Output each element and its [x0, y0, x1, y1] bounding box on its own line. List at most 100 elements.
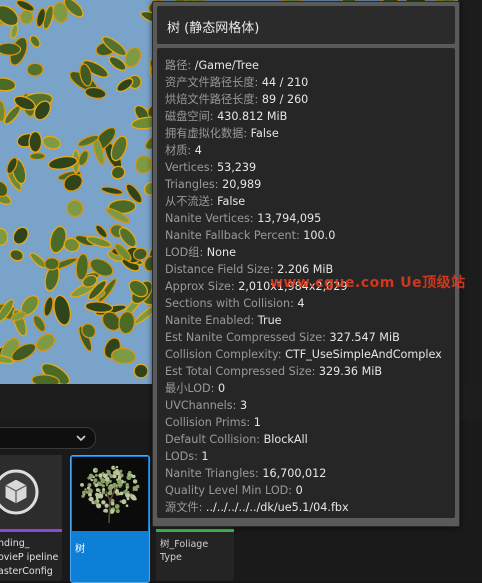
tree-thumbnail	[72, 457, 148, 531]
tooltip-row-value: 430.812 MiB	[217, 110, 288, 123]
tooltip-row: Collision Prims: 1	[165, 414, 442, 431]
tooltip-row-key: 路径:	[165, 59, 195, 72]
tooltip-row-value: True	[257, 314, 282, 327]
asset-type-color-bar	[156, 529, 234, 532]
tooltip-row-value: 53,239	[216, 161, 257, 174]
tooltip-row-key: 拥有虚拟化数据:	[165, 127, 251, 140]
tooltip-row-value: 20,989	[222, 178, 262, 191]
tooltip-header: 树 (静态网格体)	[157, 6, 455, 44]
tooltip-row: Collision Complexity: CTF_UseSimpleAndCo…	[165, 346, 442, 363]
tooltip-row-key: 磁盘空间:	[165, 110, 218, 123]
tooltip-row-value: BlockAll	[263, 433, 308, 446]
tooltip-row-value: None	[206, 246, 236, 259]
tooltip-row-key: 烘焙文件路径长度:	[165, 93, 262, 106]
tooltip-row-value: 327.547 MiB	[329, 331, 400, 344]
tooltip-row: 源文件: ../../../../../dk/ue5.1/04.fbx	[165, 499, 442, 516]
tooltip-row-key: 最小LOD:	[165, 382, 218, 395]
tooltip-row-key: 资产文件路径长度:	[165, 76, 262, 89]
tooltip-row-key: Triangles:	[165, 178, 223, 191]
tooltip-row-value: ../../../../../dk/ue5.1/04.fbx	[205, 501, 349, 514]
tooltip-row-key: Nanite Fallback Percent:	[165, 229, 304, 242]
tooltip-body: 路径: /Game/Tree 资产文件路径长度: 44 / 210 烘焙文件路径长度…	[157, 48, 455, 518]
tooltip-row: 路径: /Game/Tree	[165, 57, 442, 74]
asset-tile-moviepipeline-config[interactable]: nding_ ovieP ipeline asterConfig	[0, 455, 62, 581]
tooltip-row: 资产文件路径长度: 44 / 210	[165, 74, 442, 91]
tooltip-row: Vertices: 53,239	[165, 159, 442, 176]
tooltip-row: Nanite Enabled: True	[165, 312, 442, 329]
tooltip-row-value: 13,794,095	[257, 212, 322, 225]
tooltip-row: 磁盘空间: 430.812 MiB	[165, 108, 442, 125]
tooltip-row-value: 44 / 210	[261, 76, 309, 89]
tooltip-row: Approx Size: 2,010x1,984x2,029	[165, 278, 442, 295]
chevron-down-icon	[76, 435, 86, 442]
tooltip-row: UVChannels: 3	[165, 397, 442, 414]
tooltip-row-value: 100.0	[303, 229, 336, 242]
tree-icon	[72, 457, 148, 531]
tooltip-row-value: 0	[217, 382, 226, 395]
tooltip-property-list: 路径: /Game/Tree 资产文件路径长度: 44 / 210 烘焙文件路径长度…	[165, 57, 442, 516]
tooltip-row-key: Nanite Vertices:	[165, 212, 258, 225]
tooltip-row-key: 材质:	[165, 144, 195, 157]
tooltip-title: 树 (静态网格体)	[167, 21, 260, 36]
tooltip-row: Distance Field Size: 2.206 MiB	[165, 261, 442, 278]
tooltip-row-key: Sections with Collision:	[165, 297, 298, 310]
tooltip-row: Est Total Compressed Size: 329.36 MiB	[165, 363, 442, 380]
tooltip-row: 材质: 4	[165, 142, 442, 159]
tooltip-row: Nanite Fallback Percent: 100.0	[165, 227, 442, 244]
asset-name: nding_ ovieP ipeline asterConfig	[0, 538, 59, 577]
tooltip-row-key: Est Nanite Compressed Size:	[165, 331, 330, 344]
tooltip-row: Nanite Triangles: 16,700,012	[165, 465, 442, 482]
asset-type-color-bar	[0, 529, 62, 532]
tooltip-row-value: 16,700,012	[262, 467, 327, 480]
tooltip-row: LOD组: None	[165, 244, 442, 261]
filter-dropdown[interactable]	[0, 427, 96, 449]
tooltip-row: 拥有虚拟化数据: False	[165, 125, 442, 142]
tooltip-row: Est Nanite Compressed Size: 327.547 MiB	[165, 329, 442, 346]
tooltip-row-key: Collision Prims:	[165, 416, 254, 429]
tooltip-row: 最小LOD: 0	[165, 380, 442, 397]
tooltip-row: 烘焙文件路径长度: 89 / 260	[165, 91, 442, 108]
tooltip-row-value: 329.36 MiB	[318, 365, 383, 378]
tooltip-row-key: Approx Size:	[165, 280, 239, 293]
tooltip-row-value: /Game/Tree	[194, 59, 259, 72]
tooltip-row-key: 源文件:	[165, 501, 206, 514]
tooltip-row-key: Nanite Enabled:	[165, 314, 258, 327]
tooltip-row-key: Default Collision:	[165, 433, 264, 446]
tooltip-row-value: False	[250, 127, 279, 140]
tooltip-row-value: 1	[253, 416, 261, 429]
tooltip-row: Quality Level Min LOD: 0	[165, 482, 442, 499]
viewport-edge	[458, 0, 482, 420]
tooltip-row-key: Quality Level Min LOD:	[165, 484, 296, 497]
tooltip-row-key: UVChannels:	[165, 399, 240, 412]
tooltip-row-value: False	[217, 195, 246, 208]
cube-icon	[0, 469, 39, 515]
asset-thumbnail	[0, 455, 62, 529]
asset-name: 树_Foliage Type	[160, 539, 209, 563]
tooltip-row-key: Distance Field Size:	[165, 263, 278, 276]
tooltip-row-value: 89 / 260	[261, 93, 309, 106]
tooltip-row-value: CTF_UseSimpleAndComplex	[285, 348, 442, 361]
tooltip-row-value: 4	[194, 144, 202, 157]
tooltip-row-key: LODs:	[165, 450, 202, 463]
tooltip-row-value: 4	[297, 297, 305, 310]
tooltip-row: Default Collision: BlockAll	[165, 431, 442, 448]
tooltip-row: 从不流送: False	[165, 193, 442, 210]
tooltip-row-key: Vertices:	[165, 161, 217, 174]
asset-tile-tree[interactable]: 树	[70, 455, 150, 583]
asset-name: 树	[75, 544, 85, 555]
tooltip-row: Sections with Collision: 4	[165, 295, 442, 312]
tooltip-row: Nanite Vertices: 13,794,095	[165, 210, 442, 227]
tooltip-row-value: 2,010x1,984x2,029	[238, 280, 348, 293]
tooltip-row-key: Collision Complexity:	[165, 348, 286, 361]
asset-tooltip: 树 (静态网格体) 路径: /Game/Tree 资产文件路径长度: 44 / 2…	[152, 1, 460, 527]
tooltip-row: LODs: 1	[165, 448, 442, 465]
tooltip-row-value: 2.206 MiB	[277, 263, 334, 276]
tooltip-row-value: 3	[239, 399, 248, 412]
tooltip-row-key: Nanite Triangles:	[165, 467, 263, 480]
tooltip-row-key: Est Total Compressed Size:	[165, 365, 319, 378]
tooltip-row: Triangles: 20,989	[165, 176, 442, 193]
tooltip-row-key: 从不流送:	[165, 195, 218, 208]
tooltip-row-value: 1	[201, 450, 209, 463]
tooltip-row-key: LOD组:	[165, 246, 207, 259]
tooltip-row-value: 0	[295, 484, 303, 497]
